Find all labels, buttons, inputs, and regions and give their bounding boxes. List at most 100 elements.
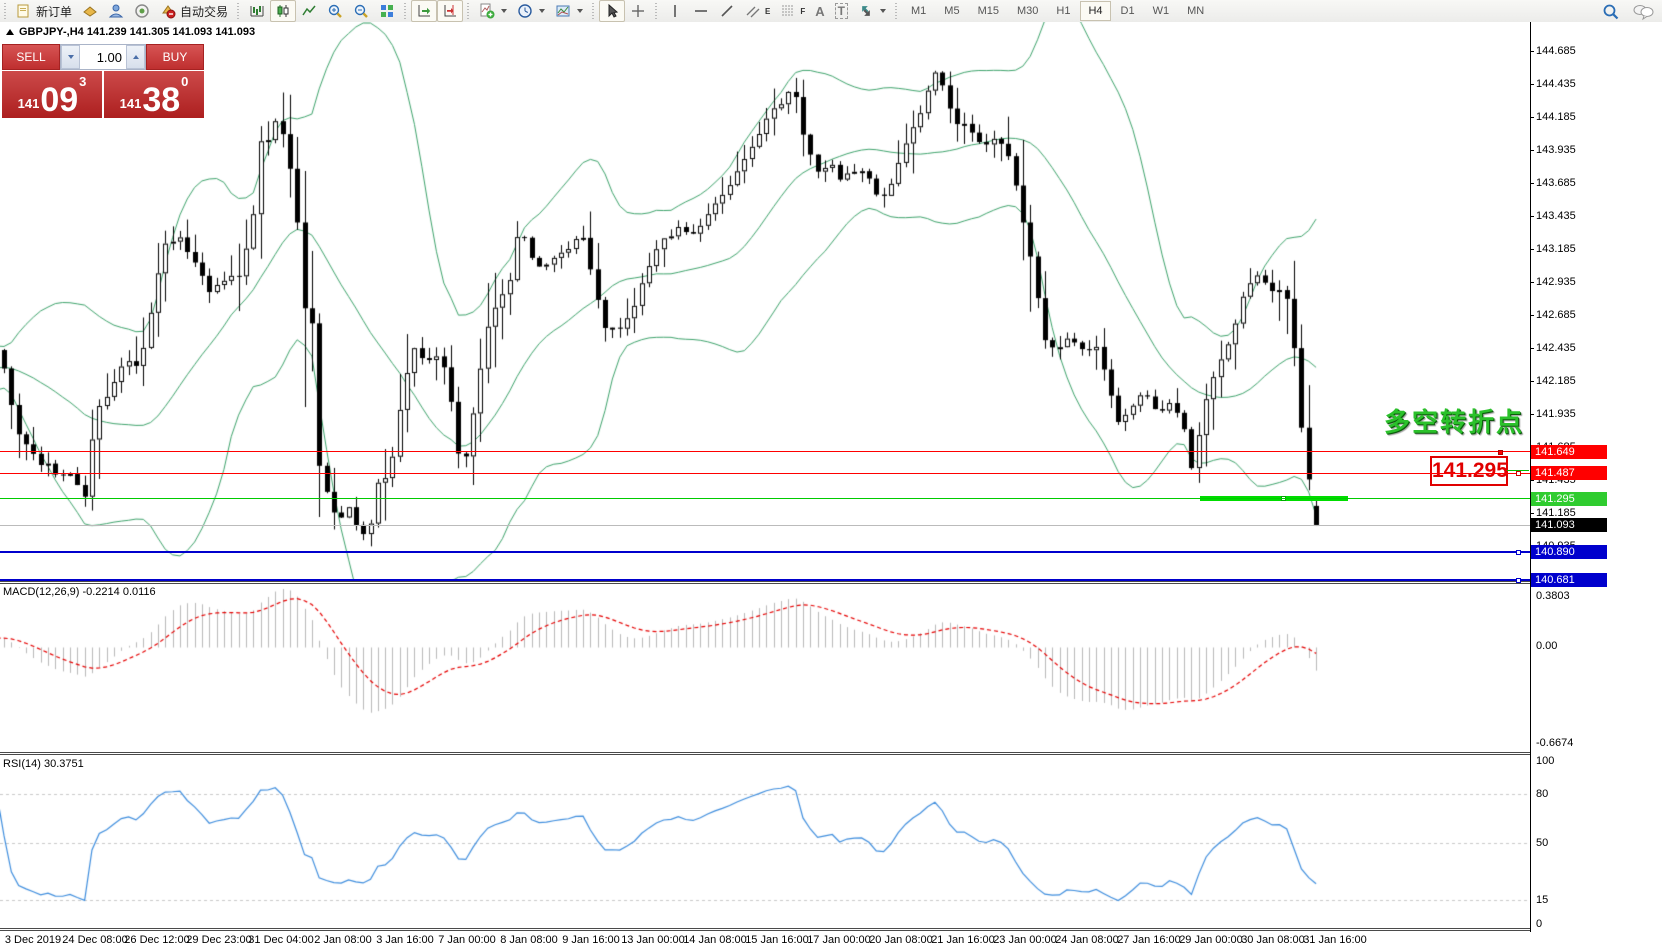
- auto-scroll-button[interactable]: [411, 0, 437, 22]
- timeframe-button-m15[interactable]: M15: [970, 1, 1007, 21]
- rsi-timeaxis-splitter: [0, 928, 1530, 931]
- candlestick-chart-button[interactable]: [270, 0, 296, 22]
- zoom-in-button[interactable]: [322, 0, 348, 22]
- time-axis-label: 15 Jan 16:00: [745, 934, 809, 946]
- price-tick-label: 143.685: [1536, 177, 1576, 190]
- buy-price-tile[interactable]: 141 38 0: [104, 71, 204, 118]
- new-order-icon: [16, 3, 32, 19]
- search-icon[interactable]: [1602, 3, 1618, 19]
- timeframe-button-m1[interactable]: M1: [903, 1, 934, 21]
- indicators-button[interactable]: [474, 0, 512, 22]
- price-tick-label: 142.685: [1536, 309, 1576, 322]
- price-box-annotation[interactable]: 141.295: [1430, 456, 1508, 486]
- time-axis-label: 14 Jan 08:00: [683, 934, 747, 946]
- price-level-label: 140.890: [1531, 545, 1607, 559]
- price-tick-mark: [1530, 249, 1534, 250]
- time-axis-label: 30 Jan 08:00: [1241, 934, 1305, 946]
- rsi-canvas[interactable]: [0, 756, 1530, 928]
- hline-support-green[interactable]: [0, 498, 1530, 499]
- line-handle[interactable]: [1516, 578, 1521, 583]
- spin-up-icon: [133, 55, 139, 59]
- hline-support-blue-lower[interactable]: [0, 579, 1530, 581]
- text-button[interactable]: A: [810, 0, 829, 22]
- fibonacci-button[interactable]: F: [775, 0, 810, 22]
- new-order-button[interactable]: 新订单: [11, 0, 77, 22]
- bar-chart-button[interactable]: [244, 0, 270, 22]
- trendline-button[interactable]: [714, 0, 740, 22]
- zoom-in-icon: [327, 3, 343, 19]
- timeframe-button-h1[interactable]: H1: [1048, 1, 1078, 21]
- timeframe-button-m5[interactable]: M5: [936, 1, 967, 21]
- sell-button[interactable]: SELL: [2, 44, 60, 70]
- rsi-axis-label: 0: [1536, 918, 1542, 931]
- chart-header: GBPJPY-,H4 141.239 141.305 141.093 141.0…: [6, 26, 255, 38]
- time-axis-label: 23 Jan 00:00: [993, 934, 1057, 946]
- tile-windows-button[interactable]: [374, 0, 400, 22]
- hline-support-blue-upper[interactable]: [0, 551, 1530, 553]
- channel-letter: E: [765, 7, 770, 16]
- time-axis-label: 20 Jan 08:00: [869, 934, 933, 946]
- vertical-line-button[interactable]: [662, 0, 688, 22]
- price-tick-label: 143.935: [1536, 144, 1576, 157]
- hline-resistance-upper[interactable]: [0, 451, 1530, 452]
- price-tick-mark: [1530, 414, 1534, 415]
- text-icon: A: [815, 4, 824, 19]
- price-tick-label: 141.935: [1536, 408, 1576, 421]
- chart-shift-button[interactable]: [437, 0, 463, 22]
- mt4-window: 新订单 自动交易: [0, 0, 1662, 952]
- line-chart-button[interactable]: [296, 0, 322, 22]
- cursor-button[interactable]: [599, 0, 625, 22]
- crosshair-icon: [630, 3, 646, 19]
- market-button[interactable]: [77, 0, 103, 22]
- timeframe-button-h4[interactable]: H4: [1080, 1, 1110, 21]
- hline-bid-line[interactable]: [0, 525, 1530, 526]
- price-tick-mark: [1530, 84, 1534, 85]
- horizontal-line-button[interactable]: [688, 0, 714, 22]
- autotrading-button[interactable]: 自动交易: [155, 0, 233, 22]
- chat-icon[interactable]: [1632, 3, 1648, 19]
- price-level-label: 141.295: [1531, 492, 1607, 506]
- horizontal-line-icon: [693, 3, 709, 19]
- volume-input[interactable]: [80, 45, 126, 69]
- signals-button[interactable]: [129, 0, 155, 22]
- toolbar-grip: [591, 3, 596, 19]
- indicators-add-icon: [479, 3, 495, 19]
- volume-increase-button[interactable]: [126, 45, 145, 69]
- macd-rsi-splitter[interactable]: [0, 752, 1530, 755]
- arrows-dropdown-icon: [880, 9, 886, 13]
- arrows-button[interactable]: [853, 0, 891, 22]
- templates-icon: [555, 3, 571, 19]
- market-icon: [82, 3, 98, 19]
- price-tick-mark: [1530, 117, 1534, 118]
- line-handle[interactable]: [1516, 471, 1521, 476]
- periods-button[interactable]: [512, 0, 550, 22]
- macd-canvas[interactable]: [0, 584, 1530, 752]
- trendline-icon: [719, 3, 735, 19]
- time-axis-label: 26 Dec 12:00: [124, 934, 189, 946]
- crosshair-button[interactable]: [625, 0, 651, 22]
- timeframe-button-m30[interactable]: M30: [1009, 1, 1046, 21]
- hline-resistance-lower[interactable]: [0, 473, 1530, 474]
- text-label-button[interactable]: T: [830, 0, 853, 22]
- line-handle[interactable]: [1516, 550, 1521, 555]
- toolbar-right-group: [1602, 3, 1648, 19]
- sell-price-tile[interactable]: 141 09 3: [2, 71, 102, 118]
- turning-point-annotation[interactable]: 多空转折点: [1376, 402, 1524, 439]
- timeframe-button-mn[interactable]: MN: [1179, 1, 1212, 21]
- volume-control: [60, 44, 146, 70]
- line-handle[interactable]: [1498, 450, 1503, 455]
- timeframe-button-w1[interactable]: W1: [1145, 1, 1178, 21]
- templates-button[interactable]: [550, 0, 588, 22]
- volume-decrease-button[interactable]: [61, 45, 80, 69]
- community-button[interactable]: [103, 0, 129, 22]
- zoom-out-button[interactable]: [348, 0, 374, 22]
- main-macd-splitter[interactable]: [0, 581, 1530, 584]
- toolbar-grip: [654, 3, 659, 19]
- rsi-axis-label: 15: [1536, 894, 1548, 907]
- timeframe-button-d1[interactable]: D1: [1113, 1, 1143, 21]
- buy-button[interactable]: BUY: [146, 44, 204, 70]
- price-tick-mark: [1530, 51, 1534, 52]
- channel-button[interactable]: E: [740, 0, 775, 22]
- ohlc-toggle-icon[interactable]: [6, 29, 14, 35]
- price-level-label: 141.093: [1531, 518, 1607, 532]
